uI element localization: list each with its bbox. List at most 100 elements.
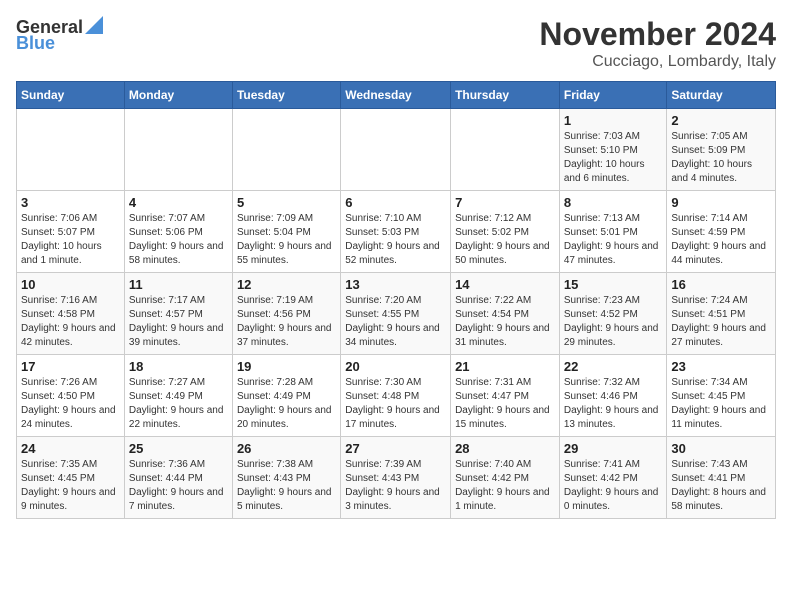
day-number: 11 xyxy=(129,277,228,292)
calendar-cell: 9 Sunrise: 7:14 AM Sunset: 4:59 PM Daylig… xyxy=(667,191,776,273)
day-info: Sunrise: 7:22 AM Sunset: 4:54 PM Dayligh… xyxy=(455,294,555,350)
calendar-body: 1Sunrise: 7:03 AM Sunset: 5:10 PM Daylig… xyxy=(17,109,776,519)
day-number: 21 xyxy=(455,359,555,374)
calendar-cell: 5 Sunrise: 7:09 AM Sunset: 5:04 PM Daylig… xyxy=(232,191,340,273)
calendar-cell: 12Sunrise: 7:19 AM Sunset: 4:56 PM Dayli… xyxy=(232,273,340,355)
calendar-cell: 27Sunrise: 7:39 AM Sunset: 4:43 PM Dayli… xyxy=(341,437,451,519)
header: General Blue November 2024 Cucciago, Lom… xyxy=(16,16,776,71)
day-info: Sunrise: 7:40 AM Sunset: 4:42 PM Dayligh… xyxy=(455,458,555,514)
calendar-cell: 28Sunrise: 7:40 AM Sunset: 4:42 PM Dayli… xyxy=(451,437,560,519)
day-number: 15 xyxy=(564,277,663,292)
day-info: Sunrise: 7:09 AM Sunset: 5:04 PM Dayligh… xyxy=(237,212,336,268)
day-info: Sunrise: 7:32 AM Sunset: 4:46 PM Dayligh… xyxy=(564,376,663,432)
calendar-cell: 23 Sunrise: 7:34 AM Sunset: 4:45 PM Dayli… xyxy=(667,355,776,437)
header-cell-friday: Friday xyxy=(559,82,667,109)
day-number: 29 xyxy=(564,441,663,456)
calendar-week-2: 3Sunrise: 7:06 AM Sunset: 5:07 PM Daylig… xyxy=(17,191,776,273)
calendar-week-5: 24 Sunrise: 7:35 AM Sunset: 4:45 PM Dayli… xyxy=(17,437,776,519)
day-number: 16 xyxy=(671,277,771,292)
day-info: Sunrise: 7:20 AM Sunset: 4:55 PM Dayligh… xyxy=(345,294,446,350)
day-info: Sunrise: 7:26 AM Sunset: 4:50 PM Dayligh… xyxy=(21,376,120,432)
calendar-header: SundayMondayTuesdayWednesdayThursdayFrid… xyxy=(17,82,776,109)
logo: General Blue xyxy=(16,16,103,54)
calendar-cell: 19Sunrise: 7:28 AM Sunset: 4:49 PM Dayli… xyxy=(232,355,340,437)
calendar-cell: 22 Sunrise: 7:32 AM Sunset: 4:46 PM Dayli… xyxy=(559,355,667,437)
calendar-cell: 16 Sunrise: 7:24 AM Sunset: 4:51 PM Dayli… xyxy=(667,273,776,355)
day-number: 3 xyxy=(21,195,120,210)
day-info: Sunrise: 7:27 AM Sunset: 4:49 PM Dayligh… xyxy=(129,376,228,432)
calendar-cell: 7 Sunrise: 7:12 AM Sunset: 5:02 PM Daylig… xyxy=(451,191,560,273)
page-subtitle: Cucciago, Lombardy, Italy xyxy=(539,53,776,71)
calendar-cell: 26Sunrise: 7:38 AM Sunset: 4:43 PM Dayli… xyxy=(232,437,340,519)
header-cell-wednesday: Wednesday xyxy=(341,82,451,109)
day-number: 6 xyxy=(345,195,446,210)
title-area: November 2024 Cucciago, Lombardy, Italy xyxy=(539,16,776,71)
calendar-cell: 1Sunrise: 7:03 AM Sunset: 5:10 PM Daylig… xyxy=(559,109,667,191)
calendar-cell: 21 Sunrise: 7:31 AM Sunset: 4:47 PM Dayli… xyxy=(451,355,560,437)
header-cell-sunday: Sunday xyxy=(17,82,125,109)
page-title: November 2024 xyxy=(539,16,776,53)
day-number: 13 xyxy=(345,277,446,292)
day-info: Sunrise: 7:16 AM Sunset: 4:58 PM Dayligh… xyxy=(21,294,120,350)
calendar-cell xyxy=(17,109,125,191)
calendar-cell: 25Sunrise: 7:36 AM Sunset: 4:44 PM Dayli… xyxy=(124,437,232,519)
day-number: 30 xyxy=(671,441,771,456)
calendar-cell: 8Sunrise: 7:13 AM Sunset: 5:01 PM Daylig… xyxy=(559,191,667,273)
day-number: 24 xyxy=(21,441,120,456)
day-info: Sunrise: 7:30 AM Sunset: 4:48 PM Dayligh… xyxy=(345,376,446,432)
day-number: 23 xyxy=(671,359,771,374)
day-info: Sunrise: 7:34 AM Sunset: 4:45 PM Dayligh… xyxy=(671,376,771,432)
day-number: 2 xyxy=(671,113,771,128)
calendar-cell: 17 Sunrise: 7:26 AM Sunset: 4:50 PM Dayli… xyxy=(17,355,125,437)
day-number: 12 xyxy=(237,277,336,292)
day-info: Sunrise: 7:13 AM Sunset: 5:01 PM Dayligh… xyxy=(564,212,663,268)
day-info: Sunrise: 7:31 AM Sunset: 4:47 PM Dayligh… xyxy=(455,376,555,432)
day-info: Sunrise: 7:14 AM Sunset: 4:59 PM Dayligh… xyxy=(671,212,771,268)
calendar-cell xyxy=(341,109,451,191)
calendar-cell: 30 Sunrise: 7:43 AM Sunset: 4:41 PM Dayli… xyxy=(667,437,776,519)
calendar-cell xyxy=(232,109,340,191)
day-info: Sunrise: 7:03 AM Sunset: 5:10 PM Dayligh… xyxy=(564,130,663,186)
day-info: Sunrise: 7:05 AM Sunset: 5:09 PM Dayligh… xyxy=(671,130,771,186)
day-info: Sunrise: 7:12 AM Sunset: 5:02 PM Dayligh… xyxy=(455,212,555,268)
header-cell-thursday: Thursday xyxy=(451,82,560,109)
day-info: Sunrise: 7:41 AM Sunset: 4:42 PM Dayligh… xyxy=(564,458,663,514)
day-info: Sunrise: 7:35 AM Sunset: 4:45 PM Dayligh… xyxy=(21,458,120,514)
day-info: Sunrise: 7:17 AM Sunset: 4:57 PM Dayligh… xyxy=(129,294,228,350)
calendar-cell xyxy=(451,109,560,191)
calendar-week-4: 17 Sunrise: 7:26 AM Sunset: 4:50 PM Dayli… xyxy=(17,355,776,437)
day-info: Sunrise: 7:28 AM Sunset: 4:49 PM Dayligh… xyxy=(237,376,336,432)
day-number: 17 xyxy=(21,359,120,374)
calendar-cell: 15 Sunrise: 7:23 AM Sunset: 4:52 PM Dayli… xyxy=(559,273,667,355)
day-info: Sunrise: 7:43 AM Sunset: 4:41 PM Dayligh… xyxy=(671,458,771,514)
calendar-cell: 18 Sunrise: 7:27 AM Sunset: 4:49 PM Dayli… xyxy=(124,355,232,437)
calendar-cell: 24 Sunrise: 7:35 AM Sunset: 4:45 PM Dayli… xyxy=(17,437,125,519)
calendar-cell: 2 Sunrise: 7:05 AM Sunset: 5:09 PM Daylig… xyxy=(667,109,776,191)
header-cell-saturday: Saturday xyxy=(667,82,776,109)
day-number: 9 xyxy=(671,195,771,210)
day-info: Sunrise: 7:23 AM Sunset: 4:52 PM Dayligh… xyxy=(564,294,663,350)
day-number: 14 xyxy=(455,277,555,292)
day-info: Sunrise: 7:39 AM Sunset: 4:43 PM Dayligh… xyxy=(345,458,446,514)
calendar-cell: 14 Sunrise: 7:22 AM Sunset: 4:54 PM Dayli… xyxy=(451,273,560,355)
header-cell-monday: Monday xyxy=(124,82,232,109)
calendar-cell: 10Sunrise: 7:16 AM Sunset: 4:58 PM Dayli… xyxy=(17,273,125,355)
calendar-cell: 20Sunrise: 7:30 AM Sunset: 4:48 PM Dayli… xyxy=(341,355,451,437)
day-number: 18 xyxy=(129,359,228,374)
calendar-cell: 29 Sunrise: 7:41 AM Sunset: 4:42 PM Dayli… xyxy=(559,437,667,519)
day-number: 22 xyxy=(564,359,663,374)
day-number: 7 xyxy=(455,195,555,210)
day-number: 5 xyxy=(237,195,336,210)
calendar-cell: 4Sunrise: 7:07 AM Sunset: 5:06 PM Daylig… xyxy=(124,191,232,273)
day-number: 25 xyxy=(129,441,228,456)
calendar-table: SundayMondayTuesdayWednesdayThursdayFrid… xyxy=(16,81,776,519)
calendar-week-3: 10Sunrise: 7:16 AM Sunset: 4:58 PM Dayli… xyxy=(17,273,776,355)
day-info: Sunrise: 7:24 AM Sunset: 4:51 PM Dayligh… xyxy=(671,294,771,350)
logo-text-blue: Blue xyxy=(16,33,55,54)
logo-triangle-icon xyxy=(85,16,103,34)
day-info: Sunrise: 7:07 AM Sunset: 5:06 PM Dayligh… xyxy=(129,212,228,268)
calendar-cell xyxy=(124,109,232,191)
calendar-cell: 3Sunrise: 7:06 AM Sunset: 5:07 PM Daylig… xyxy=(17,191,125,273)
calendar-week-1: 1Sunrise: 7:03 AM Sunset: 5:10 PM Daylig… xyxy=(17,109,776,191)
day-info: Sunrise: 7:10 AM Sunset: 5:03 PM Dayligh… xyxy=(345,212,446,268)
